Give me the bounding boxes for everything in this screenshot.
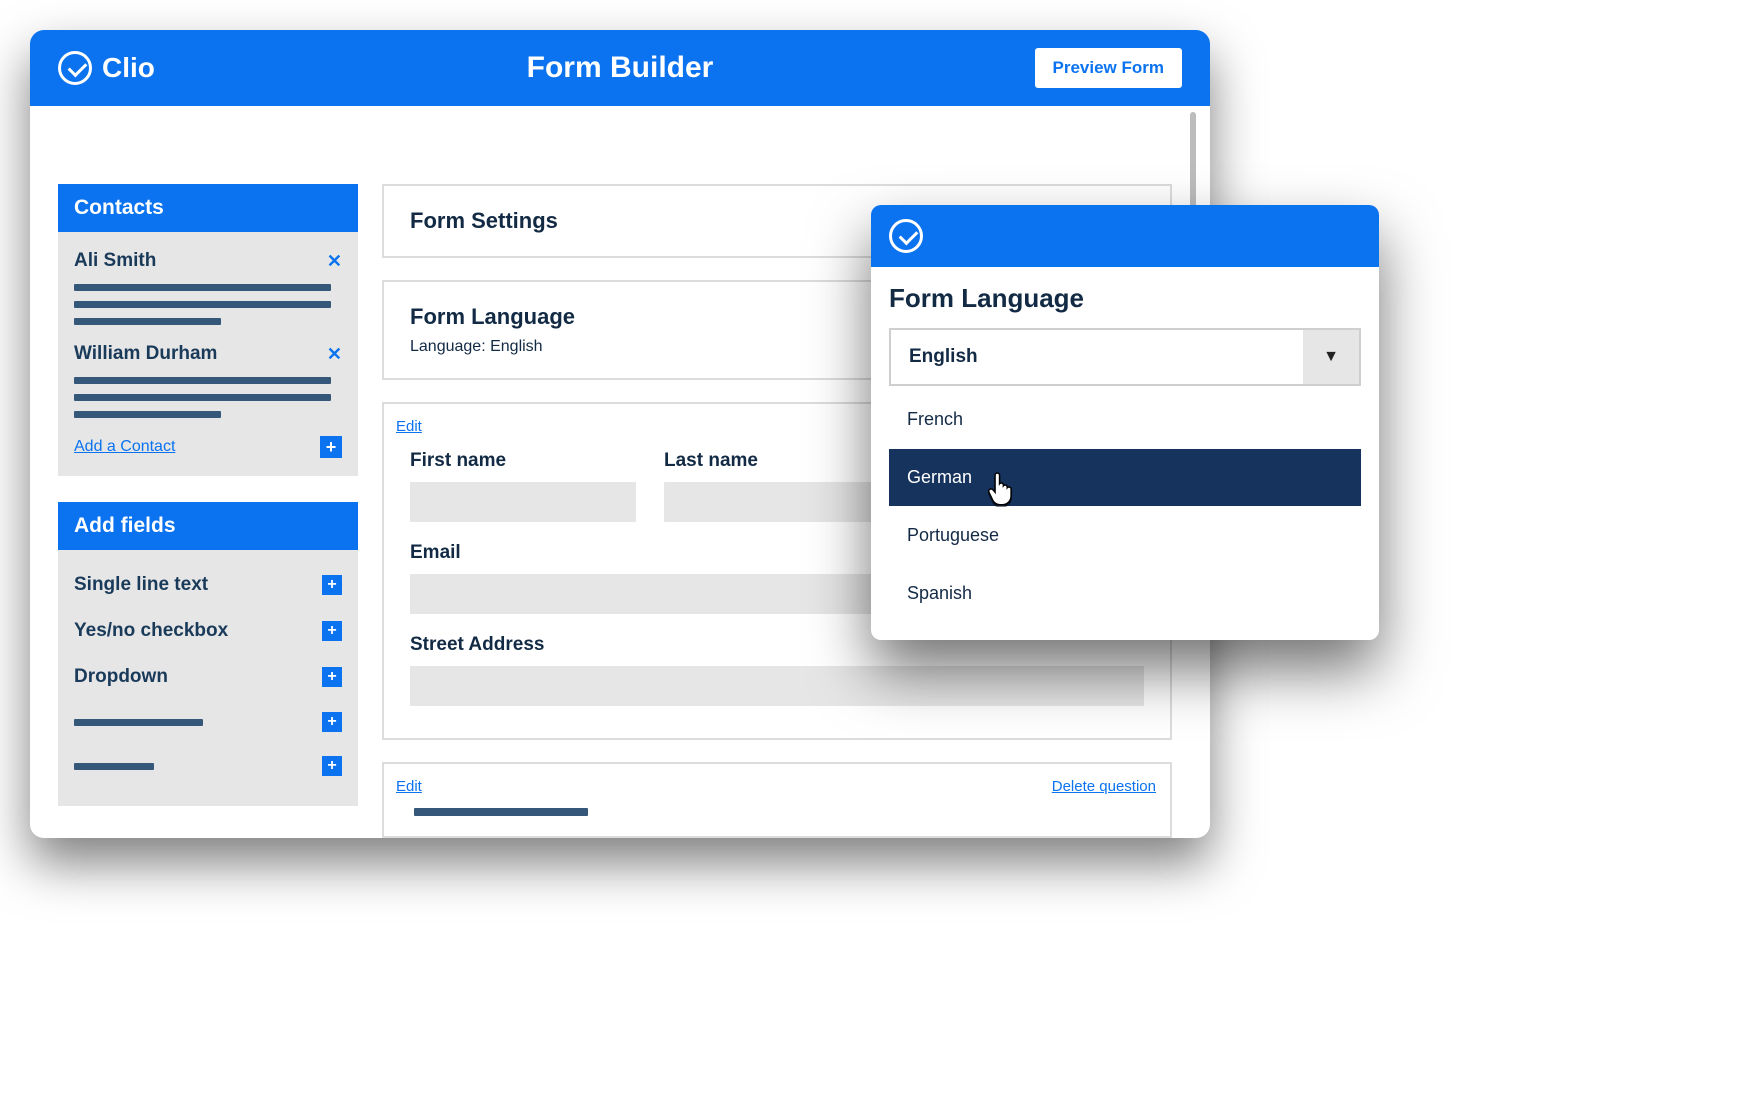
street-address-input[interactable] (410, 666, 1144, 706)
field-label-first-name: First name (410, 450, 636, 472)
field-type-label: Yes/no checkbox (74, 620, 228, 642)
remove-contact-icon[interactable]: ✕ (327, 344, 342, 365)
plus-icon[interactable]: + (322, 712, 342, 732)
email-input[interactable] (410, 574, 890, 614)
contact-name: Ali Smith (74, 250, 156, 272)
question-card: Edit Delete question (382, 762, 1172, 838)
plus-icon[interactable]: + (322, 756, 342, 776)
popover-title: Form Language (889, 283, 1361, 314)
page-title: Form Builder (527, 51, 714, 85)
field-type-label: Single line text (74, 574, 208, 596)
contacts-heading: Contacts (58, 184, 358, 232)
edit-link[interactable]: Edit (396, 418, 422, 435)
contact-detail-placeholder (74, 284, 342, 337)
field-label-last-name: Last name (664, 450, 890, 472)
contact-row[interactable]: William Durham ✕ (74, 337, 342, 367)
clio-check-icon (58, 51, 92, 85)
language-options: FrenchGermanPortugueseSpanish (889, 390, 1361, 622)
add-contact-link[interactable]: Add a Contact (74, 438, 175, 456)
plus-icon[interactable]: + (322, 575, 342, 595)
language-select-value: English (891, 330, 1303, 384)
language-select[interactable]: English ▼ (889, 328, 1361, 386)
field-type-placeholder (74, 763, 154, 770)
first-name-input[interactable] (410, 482, 636, 522)
brand-name: Clio (102, 52, 155, 84)
plus-icon[interactable]: + (322, 667, 342, 687)
cursor-pointer-icon (987, 471, 1017, 505)
plus-icon[interactable]: + (320, 436, 342, 458)
language-option[interactable]: Portuguese (889, 506, 1361, 564)
language-popover: Form Language English ▼ FrenchGermanPort… (871, 205, 1379, 640)
delete-question-link[interactable]: Delete question (1052, 778, 1156, 795)
clio-check-icon (889, 219, 923, 253)
contact-detail-placeholder (74, 377, 342, 430)
field-type-item[interactable]: + (74, 700, 342, 744)
app-header: Clio Form Builder Preview Form (30, 30, 1210, 106)
field-type-item[interactable]: Dropdown + (74, 654, 342, 700)
field-label-email: Email (410, 542, 890, 564)
popover-header (871, 205, 1379, 267)
field-type-placeholder (74, 719, 203, 726)
brand-logo: Clio (58, 51, 155, 85)
contacts-panel: Contacts Ali Smith ✕ William Durham ✕ (58, 184, 358, 476)
language-option[interactable]: French (889, 390, 1361, 448)
remove-contact-icon[interactable]: ✕ (327, 251, 342, 272)
chevron-down-icon[interactable]: ▼ (1303, 330, 1359, 384)
edit-link[interactable]: Edit (396, 778, 422, 795)
language-option[interactable]: Spanish (889, 564, 1361, 622)
fields-panel: Add fields Single line text + Yes/no che… (58, 502, 358, 806)
contact-name: William Durham (74, 343, 217, 365)
last-name-input[interactable] (664, 482, 890, 522)
question-text-placeholder (414, 808, 588, 816)
field-type-item[interactable]: Single line text + (74, 562, 342, 608)
language-option[interactable]: German (889, 448, 1361, 506)
plus-icon[interactable]: + (322, 621, 342, 641)
contact-row[interactable]: Ali Smith ✕ (74, 244, 342, 274)
field-type-item[interactable]: + (74, 744, 342, 788)
field-type-label: Dropdown (74, 666, 168, 688)
field-type-item[interactable]: Yes/no checkbox + (74, 608, 342, 654)
sidebar: Contacts Ali Smith ✕ William Durham ✕ (58, 184, 358, 838)
fields-heading: Add fields (58, 502, 358, 550)
preview-form-button[interactable]: Preview Form (1035, 48, 1183, 88)
